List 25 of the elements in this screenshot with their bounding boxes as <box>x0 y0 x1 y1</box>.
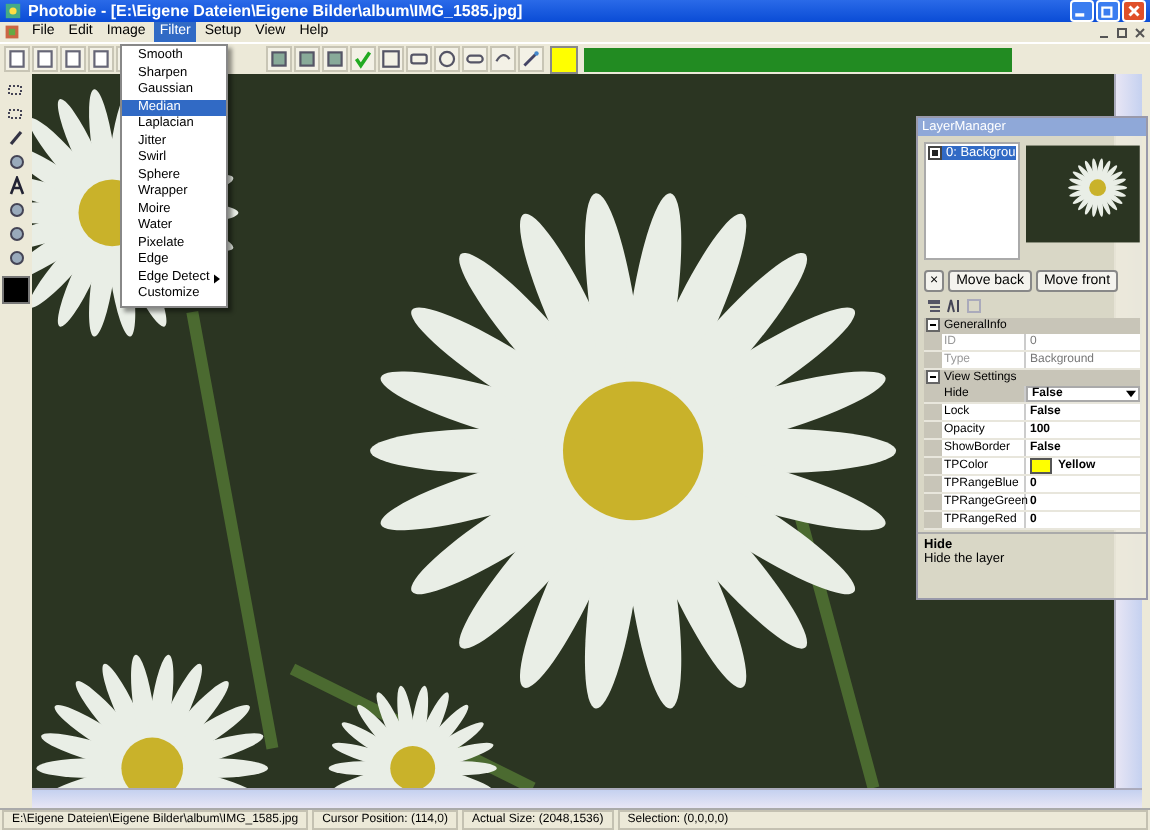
sort-categorized-icon[interactable] <box>926 297 942 314</box>
app-icon <box>4 2 22 20</box>
child-window-controls-icon[interactable] <box>1098 25 1146 39</box>
text-icon[interactable] <box>5 176 27 196</box>
wand-icon[interactable] <box>518 46 544 72</box>
check-icon[interactable] <box>350 46 376 72</box>
pencil-icon[interactable] <box>5 128 27 148</box>
new-icon[interactable] <box>4 46 30 72</box>
dropdown-arrow-icon[interactable] <box>1126 389 1136 398</box>
horizontal-scrollbar[interactable] <box>32 788 1142 808</box>
expand-toggle-icon[interactable] <box>926 318 940 333</box>
pill-icon[interactable] <box>462 46 488 72</box>
rect-icon[interactable] <box>378 46 404 72</box>
layer-thumbnail-drawing <box>1026 142 1140 246</box>
rect-select-icon[interactable] <box>5 80 27 100</box>
window-title: Photobie - [E:\Eigene Dateien\Eigene Bilder\album\IMG_1585.jpg] <box>28 2 525 20</box>
ellipse-icon[interactable] <box>434 46 460 72</box>
foreground-color-swatch[interactable] <box>2 276 30 304</box>
color-swatch[interactable] <box>550 45 578 73</box>
expand-toggle-icon[interactable] <box>926 370 940 385</box>
roundrect-icon[interactable] <box>406 46 432 72</box>
document-icon <box>4 24 20 40</box>
sort-alphabetical-icon[interactable] <box>946 297 962 314</box>
rect-select-icon[interactable] <box>5 104 27 124</box>
layer-checkbox[interactable] <box>928 146 942 160</box>
